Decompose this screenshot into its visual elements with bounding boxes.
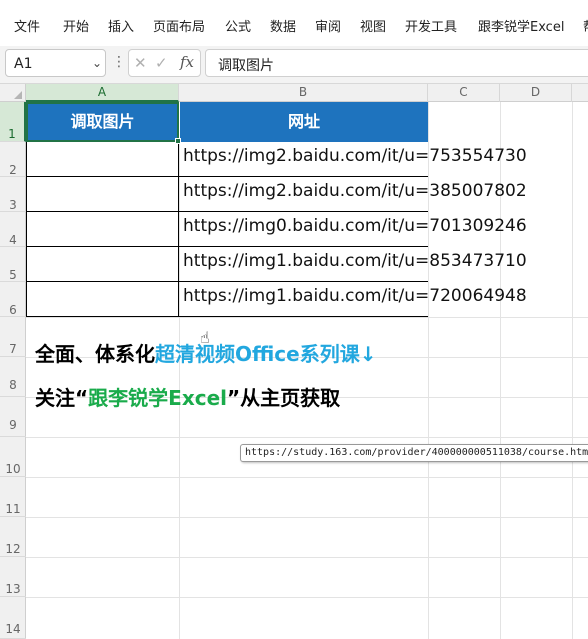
table-row: https://img0.baidu.com/it/u=701309246 — [26, 212, 527, 247]
name-box-value: A1 — [14, 56, 33, 72]
column-headers: A B C D — [0, 84, 588, 102]
table-row: https://img1.baidu.com/it/u=853473710 — [26, 247, 527, 282]
menu-custom-tab[interactable]: 跟李锐学Excel — [478, 16, 564, 35]
cell-b6[interactable]: https://img1.baidu.com/it/u=720064948 — [183, 286, 527, 306]
table-row: https://img1.baidu.com/it/u=720064948 — [26, 282, 527, 317]
row-header-9[interactable]: 9 — [0, 397, 26, 437]
cell-b1[interactable]: 网址 — [179, 102, 428, 142]
hyperlink-tooltip: https://study.163.com/provider/400000000… — [240, 444, 588, 462]
row-header-11[interactable]: 11 — [0, 477, 26, 517]
menu-developer[interactable]: 开发工具 — [405, 16, 457, 35]
row-header-1[interactable]: 1 — [0, 102, 26, 142]
cell-b4[interactable]: https://img0.baidu.com/it/u=701309246 — [183, 216, 527, 236]
cell-a3[interactable] — [26, 177, 179, 212]
row-header-14[interactable]: 14 — [0, 597, 26, 639]
menu-view[interactable]: 视图 — [360, 16, 386, 35]
select-all-triangle-icon — [14, 91, 22, 99]
worksheet-grid[interactable]: 调取图片 网址 https://img2.baidu.com/it/u=7535… — [26, 102, 588, 639]
row-header-8[interactable]: 8 — [0, 357, 26, 397]
menu-home[interactable]: 开始 — [63, 16, 89, 35]
formula-input[interactable]: 调取图片 — [205, 49, 588, 77]
row-header-5[interactable]: 5 — [0, 247, 26, 282]
column-header-a[interactable]: A — [26, 84, 179, 102]
table-row: https://img2.baidu.com/it/u=753554730 — [26, 142, 527, 177]
enter-check-icon[interactable]: ✓ — [155, 54, 168, 72]
insert-function-icon[interactable]: fx — [180, 53, 194, 71]
column-header-e[interactable] — [572, 84, 588, 102]
row-header-6[interactable]: 6 — [0, 282, 26, 317]
cell-b5[interactable]: https://img1.baidu.com/it/u=853473710 — [183, 251, 527, 271]
fill-handle[interactable] — [175, 138, 181, 144]
active-cell-selection — [26, 102, 179, 142]
cell-b2[interactable]: https://img2.baidu.com/it/u=753554730 — [183, 146, 527, 166]
column-header-b[interactable]: B — [179, 84, 428, 102]
row-header-12[interactable]: 12 — [0, 517, 26, 557]
formula-text: 调取图片 — [218, 58, 274, 74]
menu-help[interactable]: 帮 — [583, 16, 588, 35]
menu-page-layout[interactable]: 页面布局 — [153, 16, 205, 35]
cell-a6[interactable] — [26, 282, 179, 317]
select-all-corner[interactable] — [0, 84, 26, 102]
row-header-10[interactable]: 10 — [0, 437, 26, 477]
promo-line-2: 关注“跟李锐学Excel”从主页获取 — [35, 382, 340, 411]
menu-insert[interactable]: 插入 — [108, 16, 134, 35]
promo-line-1-highlight: 超清视频Office系列课↓ — [155, 342, 377, 366]
row-header-3[interactable]: 3 — [0, 177, 26, 212]
cell-b3[interactable]: https://img2.baidu.com/it/u=385007802 — [183, 181, 527, 201]
table-row: https://img2.baidu.com/it/u=385007802 — [26, 177, 527, 212]
name-box[interactable]: A1 ⌄ — [5, 49, 106, 77]
formula-bar: A1 ⌄ ⋮ ✕ ✓ fx 调取图片 — [0, 46, 588, 84]
hand-cursor-icon: ☝ — [200, 328, 210, 347]
row-headers: 1 2 3 4 5 6 7 8 9 10 11 12 13 14 — [0, 102, 26, 639]
cell-a4[interactable] — [26, 212, 179, 247]
row-header-2[interactable]: 2 — [0, 142, 26, 177]
row-header-13[interactable]: 13 — [0, 557, 26, 597]
row-header-7[interactable]: 7 — [0, 317, 26, 357]
promo-line-2-prefix: 关注“ — [35, 386, 89, 410]
menu-review[interactable]: 审阅 — [315, 16, 341, 35]
chevron-down-icon[interactable]: ⌄ — [92, 56, 102, 70]
row-header-4[interactable]: 4 — [0, 212, 26, 247]
promo-line-2-highlight: 跟李锐学Excel — [88, 386, 227, 410]
cell-a5[interactable] — [26, 247, 179, 282]
menu-formulas[interactable]: 公式 — [225, 16, 251, 35]
menu-bar: 文件 开始 插入 页面布局 公式 数据 审阅 视图 开发工具 跟李锐学Excel… — [0, 0, 588, 46]
menu-file[interactable]: 文件 — [14, 16, 40, 35]
column-header-d[interactable]: D — [500, 84, 572, 102]
more-vertical-icon[interactable]: ⋮ — [112, 54, 126, 70]
promo-line-1-prefix: 全面、体系化 — [35, 342, 155, 366]
cell-a2[interactable] — [26, 142, 179, 177]
formula-buttons: ✕ ✓ fx — [128, 49, 201, 77]
menu-data[interactable]: 数据 — [270, 16, 296, 35]
column-header-c[interactable]: C — [428, 84, 500, 102]
promo-line-2-suffix: ”从主页获取 — [227, 386, 341, 410]
cancel-icon[interactable]: ✕ — [134, 54, 147, 72]
